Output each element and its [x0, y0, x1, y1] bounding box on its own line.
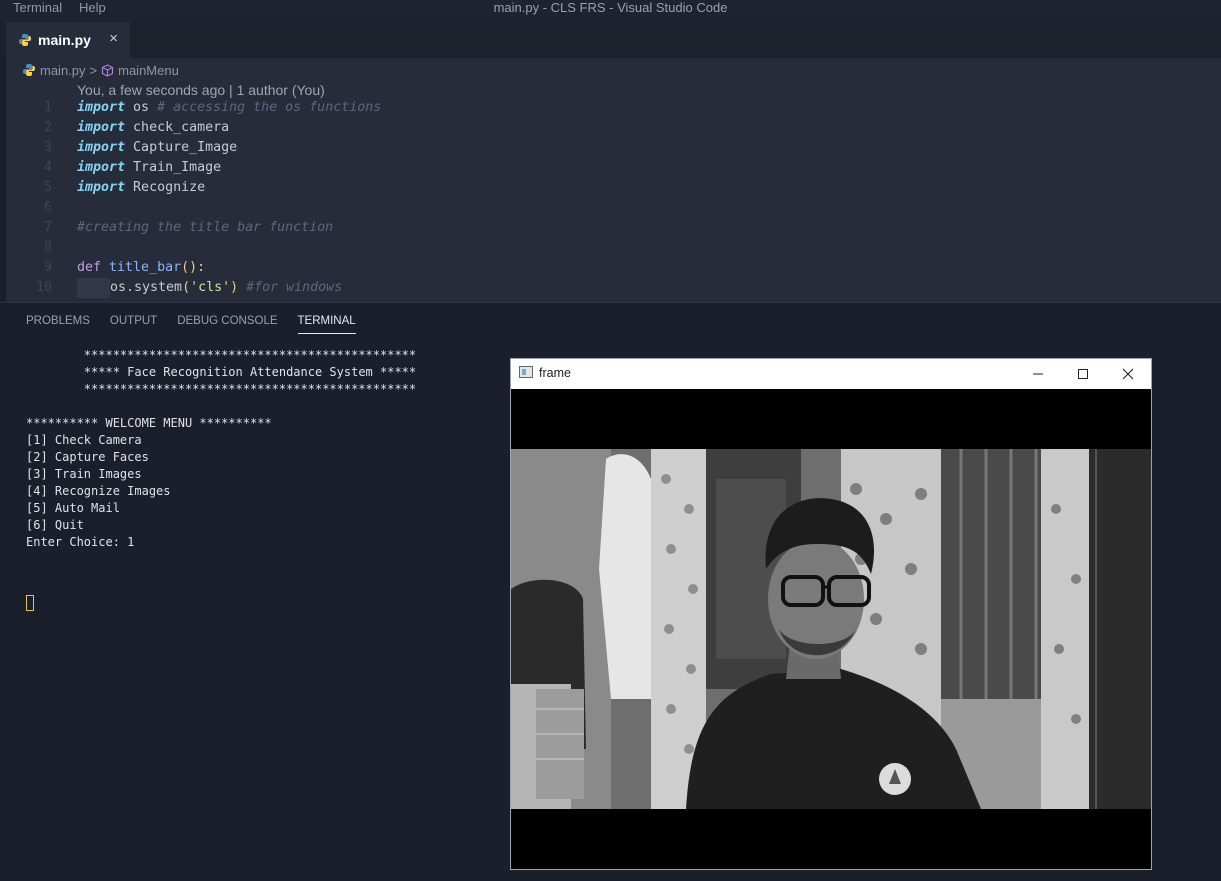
terminal-line: ********** WELCOME MENU ********** — [26, 416, 272, 430]
breadcrumb-symbol[interactable]: mainMenu — [118, 63, 179, 78]
identifier: Train_Image — [125, 160, 222, 175]
terminal-cursor — [26, 595, 34, 611]
terminal-output[interactable]: ****************************************… — [26, 347, 417, 611]
code-line: 7 #creating the title bar function — [6, 218, 1206, 238]
line-number: 8 — [43, 240, 52, 255]
code-line: 2 import check_camera — [6, 118, 1206, 138]
code-line: 9 def title_bar(): — [6, 258, 1206, 278]
terminal-line: Enter Choice: 1 — [26, 535, 135, 549]
breadcrumb-separator: > — [89, 62, 98, 78]
keyword: import — [77, 120, 126, 135]
parens: (): — [181, 260, 206, 275]
identifier: Capture_Image — [125, 140, 238, 155]
tab-main-py[interactable]: main.py × — [6, 22, 130, 58]
method-cube-icon — [102, 63, 114, 77]
line-number: 4 — [43, 160, 52, 175]
panel-tabs: PROBLEMS OUTPUT DEBUG CONSOLE TERMINAL — [26, 315, 356, 334]
codelens-blame[interactable]: You, a few seconds ago | 1 author (You) — [77, 82, 325, 98]
maximize-icon[interactable] — [1060, 359, 1106, 389]
comment: #creating the title bar function — [77, 220, 334, 235]
identifier: check_camera — [125, 120, 230, 135]
frame-titlebar[interactable]: frame — [511, 359, 1151, 389]
code-line: 4 import Train_Image — [6, 158, 1206, 178]
terminal-line: ***** Face Recognition Attendance System… — [26, 365, 417, 379]
keyword: import — [77, 160, 126, 175]
close-icon[interactable] — [1105, 359, 1151, 389]
code-line: 8 — [6, 238, 1206, 258]
title-bar: Terminal Help main.py - CLS FRS - Visual… — [0, 0, 1221, 22]
code-lines: 1 import os # accessing the os functions… — [6, 98, 1206, 298]
tab-close-icon[interactable]: × — [109, 30, 118, 48]
breadcrumb-file[interactable]: main.py — [40, 63, 86, 78]
keyword: import — [77, 180, 126, 195]
identifier: Recognize — [125, 180, 206, 195]
code-line: 3 import Capture_Image — [6, 138, 1206, 158]
code-line: 5 import Recognize — [6, 178, 1206, 198]
keyword: import — [77, 100, 126, 115]
minimize-icon[interactable] — [1015, 359, 1061, 389]
line-number: 10 — [35, 280, 52, 295]
terminal-line: [2] Capture Faces — [26, 450, 149, 464]
terminal-line: ****************************************… — [26, 348, 417, 362]
terminal-line: [5] Auto Mail — [26, 501, 120, 515]
line-number: 5 — [43, 180, 52, 195]
line-number: 2 — [43, 120, 52, 135]
comment: #for windows — [238, 280, 343, 295]
window-title: main.py - CLS FRS - Visual Studio Code — [493, 0, 728, 15]
keyword-def: def — [77, 260, 102, 275]
webcam-image — [511, 449, 1151, 809]
code-editor[interactable]: main.py > mainMenu You, a few seconds ag… — [6, 58, 1221, 302]
indent-guide — [77, 278, 110, 298]
breadcrumb: main.py > mainMenu — [22, 60, 179, 80]
camera-feed — [511, 389, 1151, 869]
webcam-photo-grayscale — [511, 449, 1151, 809]
comment: # accessing the os functions — [157, 100, 382, 115]
tab-debug-console[interactable]: DEBUG CONSOLE — [177, 315, 277, 334]
frame-title: frame — [539, 366, 571, 380]
terminal-line: [6] Quit — [26, 518, 84, 532]
code-line: 1 import os # accessing the os functions — [6, 98, 1206, 118]
editor-tab-bar: main.py × — [0, 22, 1221, 58]
terminal-line: [3] Train Images — [26, 467, 142, 481]
line-number: 6 — [43, 200, 52, 215]
string-literal: 'cls' — [190, 280, 231, 295]
frame-window[interactable]: frame — [510, 358, 1152, 870]
code-line: 6 — [6, 198, 1206, 218]
tab-problems[interactable]: PROBLEMS — [26, 315, 90, 334]
keyword: import — [77, 140, 126, 155]
code-line: 10 os.system('cls') #for windows — [6, 278, 1206, 298]
tab-label: main.py — [38, 32, 91, 48]
paren-open: ( — [182, 280, 191, 295]
identifier: os — [125, 100, 158, 115]
line-number: 9 — [43, 260, 52, 275]
line-number: 3 — [43, 140, 52, 155]
tab-terminal[interactable]: TERMINAL — [297, 315, 356, 334]
line-number: 1 — [43, 100, 52, 115]
terminal-line: [1] Check Camera — [26, 433, 142, 447]
terminal-line: ****************************************… — [26, 382, 417, 396]
identifier: os.system — [110, 280, 183, 295]
python-file-icon — [19, 34, 31, 46]
line-number: 7 — [43, 220, 52, 235]
python-file-icon — [23, 64, 35, 76]
tab-output[interactable]: OUTPUT — [110, 315, 157, 334]
terminal-line: [4] Recognize Images — [26, 484, 171, 498]
window-app-icon — [519, 366, 533, 378]
paren-close: ) — [230, 280, 239, 295]
function-name: title_bar — [101, 260, 182, 275]
